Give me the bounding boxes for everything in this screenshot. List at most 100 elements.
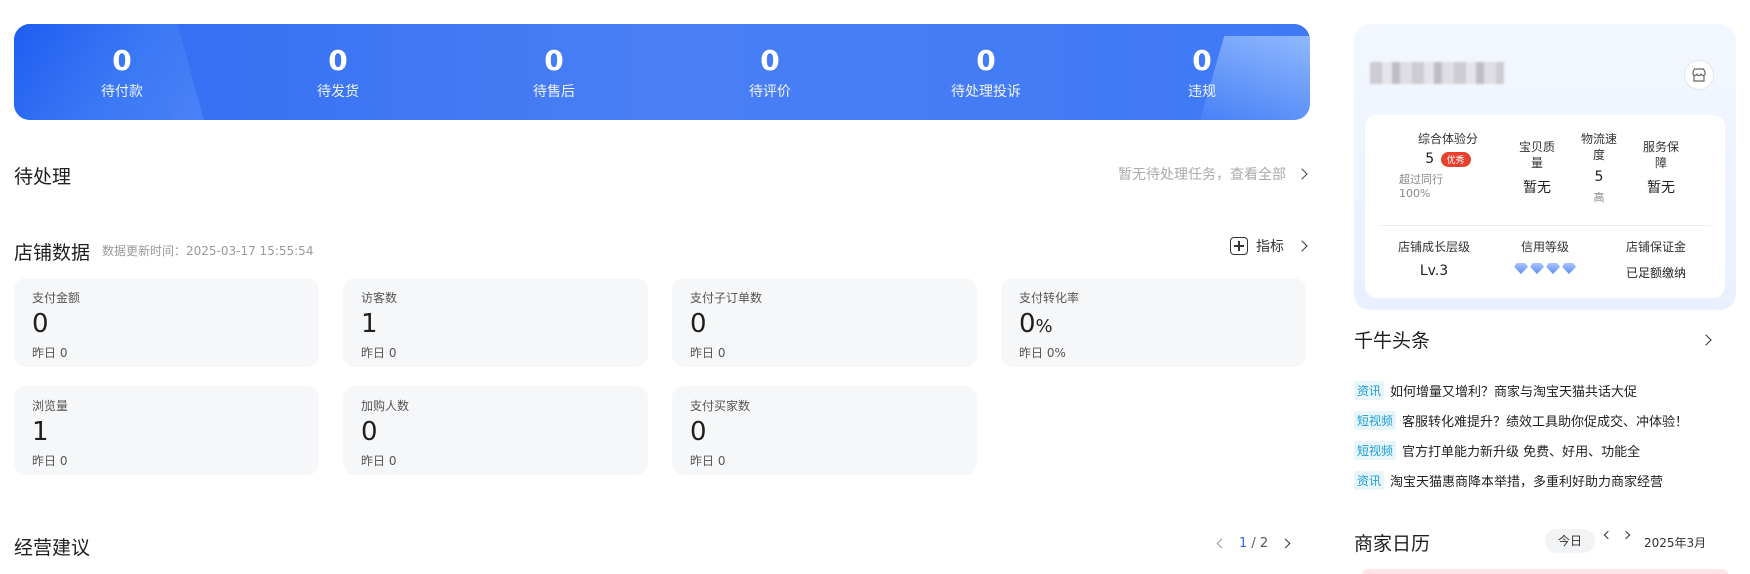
calendar-today-button[interactable]: 今日: [1545, 529, 1595, 553]
logistics-speed-block[interactable]: 物流速度 5 高: [1577, 131, 1621, 205]
metric-value: 0: [690, 418, 959, 447]
growth-label: 店铺成长层级: [1397, 240, 1470, 254]
business-advice-title: 经营建议: [14, 537, 91, 559]
metric-yesterday: 昨日 0: [690, 453, 726, 468]
news-item[interactable]: 短视频 客服转化难提升？绩效工具助你促成交、冲体验！: [1354, 405, 1734, 435]
order-pending-complaint[interactable]: 0 待处理投诉: [878, 24, 1094, 120]
deposit-label: 店铺保证金: [1625, 240, 1686, 254]
experience-value-row: 5 优秀: [1393, 151, 1503, 167]
diamond-icon: [1530, 263, 1544, 274]
order-count: 0: [1192, 44, 1212, 77]
metric-value: 0: [361, 418, 630, 447]
quality-label: 宝贝质量: [1518, 140, 1555, 170]
metric-label: 支付金额: [32, 291, 81, 305]
diamond-icon: [1546, 263, 1560, 274]
service-value: 暂无: [1647, 180, 1675, 196]
peer-value: 100%: [1399, 187, 1431, 200]
metric-value: 0%: [1019, 310, 1288, 339]
merchant-calendar-title: 商家日历: [1354, 533, 1431, 555]
news-item[interactable]: 短视频 官方打单能力新升级 免费、好用、功能全: [1354, 435, 1734, 465]
chevron-right-icon: [1296, 240, 1308, 252]
order-pending-review[interactable]: 0 待评价: [662, 24, 878, 120]
metric-card-payment-amount[interactable]: 支付金额 0 昨日 0: [14, 278, 319, 367]
shop-icon-button[interactable]: [1684, 60, 1714, 90]
storefront-icon: [1692, 68, 1706, 82]
order-count: 0: [328, 44, 348, 77]
shop-score-card: 综合体验分 5 优秀 超过同行 100% 宝贝质量 暂无 物流速度 5 高 服务…: [1365, 115, 1725, 298]
news-tag: 短视频: [1354, 440, 1397, 460]
chevron-right-icon[interactable]: [1280, 538, 1291, 549]
order-pending-payment[interactable]: 0 待付款: [14, 24, 230, 120]
order-count: 0: [112, 44, 132, 77]
order-label: 待发货: [317, 83, 359, 100]
pager-total: / 2: [1251, 536, 1269, 551]
service-guarantee-block[interactable]: 服务保障 暂无: [1639, 139, 1683, 197]
news-title: 千牛头条: [1354, 330, 1431, 352]
metric-yesterday: 昨日 0: [32, 345, 68, 360]
news-tag: 短视频: [1354, 410, 1397, 430]
metric-unit: %: [1035, 316, 1053, 337]
credit-label: 信用等级: [1520, 240, 1569, 254]
metric-label: 加购人数: [361, 399, 410, 413]
metric-label: 访客数: [361, 291, 398, 305]
order-count: 0: [760, 44, 780, 77]
peer-text: 超过同行: [1399, 173, 1443, 186]
news-list: 资讯 如何增量又增利？商家与淘宝天猫共话大促 短视频 客服转化难提升？绩效工具助…: [1354, 375, 1734, 495]
news-item[interactable]: 资讯 淘宝天猫惠商降本举措，多重利好助力商家经营: [1354, 465, 1734, 495]
metric-card-paying-buyers[interactable]: 支付买家数 0 昨日 0: [672, 386, 977, 475]
calendar-event-strip: [1362, 569, 1728, 574]
plus-square-icon: [1230, 237, 1248, 255]
item-quality-block[interactable]: 宝贝质量 暂无: [1515, 139, 1559, 197]
order-label: 违规: [1188, 83, 1216, 100]
metric-number: 0: [32, 309, 49, 339]
diamond-icon: [1562, 263, 1576, 274]
deposit-value: 已足额缴纳: [1625, 266, 1686, 280]
metric-card-page-views[interactable]: 浏览量 1 昨日 0: [14, 386, 319, 475]
metric-card-sub-orders[interactable]: 支付子订单数 0 昨日 0: [672, 278, 977, 367]
order-pending-after-sale[interactable]: 0 待售后: [446, 24, 662, 120]
order-count: 0: [544, 44, 564, 77]
chevron-left-icon[interactable]: [1216, 538, 1227, 549]
news-item[interactable]: 资讯 如何增量又增利？商家与淘宝天猫共话大促: [1354, 375, 1734, 405]
order-status-banner: 0 待付款 0 待发货 0 待售后 0 待评价 0 待处理投诉 0 违规: [14, 24, 1310, 120]
advice-pager: 1 / 2: [1216, 536, 1291, 551]
order-violation[interactable]: 0 违规: [1094, 24, 1310, 120]
calendar-month: 2025年3月: [1644, 536, 1707, 550]
metric-yesterday: 昨日 0: [690, 345, 726, 360]
excellent-badge: 优秀: [1440, 151, 1471, 167]
news-text: 官方打单能力新升级 免费、好用、功能全: [1402, 444, 1641, 460]
peer-compare: 超过同行 100%: [1393, 173, 1503, 201]
metric-label: 支付子订单数: [690, 291, 763, 305]
metric-card-add-to-cart[interactable]: 加购人数 0 昨日 0: [343, 386, 648, 475]
metric-card-visitors[interactable]: 访客数 1 昨日 0: [343, 278, 648, 367]
order-label: 待评价: [749, 83, 791, 100]
order-pending-shipment[interactable]: 0 待发货: [230, 24, 446, 120]
deposit-block[interactable]: 店铺保证金 已足额缴纳: [1601, 239, 1711, 281]
pager-text: 1 / 2: [1239, 536, 1268, 551]
metric-value: 0: [32, 310, 301, 339]
metric-card-conversion-rate[interactable]: 支付转化率 0% 昨日 0%: [1001, 278, 1306, 367]
experience-score-block[interactable]: 综合体验分 5 优秀 超过同行 100%: [1393, 131, 1503, 201]
order-count: 0: [976, 44, 996, 77]
logistics-value: 5: [1594, 169, 1604, 185]
metric-label: 支付买家数: [690, 399, 751, 413]
chevron-right-icon[interactable]: [1621, 530, 1631, 540]
experience-label: 综合体验分: [1417, 132, 1478, 146]
metric-yesterday: 昨日 0: [361, 345, 397, 360]
credit-level-block[interactable]: 信用等级: [1495, 239, 1595, 274]
diamond-icon: [1514, 263, 1528, 274]
news-text: 客服转化难提升？绩效工具助你促成交、冲体验！: [1402, 414, 1689, 430]
chevron-right-icon[interactable]: [1700, 334, 1712, 346]
growth-level-block[interactable]: 店铺成长层级 Lv.3: [1379, 239, 1489, 279]
metric-settings-link[interactable]: 指标: [1230, 236, 1308, 256]
pending-view-all-link[interactable]: 暂无待处理任务，查看全部: [1118, 164, 1308, 184]
order-label: 待处理投诉: [951, 83, 1021, 100]
shop-info-panel: 综合体验分 5 优秀 超过同行 100% 宝贝质量 暂无 物流速度 5 高 服务…: [1354, 24, 1736, 310]
news-tag: 资讯: [1354, 470, 1385, 490]
order-label: 待售后: [533, 83, 575, 100]
chevron-left-icon[interactable]: [1603, 530, 1613, 540]
metric-number: 1: [361, 309, 378, 339]
metric-yesterday: 昨日 0%: [1019, 345, 1066, 360]
experience-score: 5: [1425, 151, 1435, 167]
logistics-label: 物流速度: [1580, 132, 1617, 162]
